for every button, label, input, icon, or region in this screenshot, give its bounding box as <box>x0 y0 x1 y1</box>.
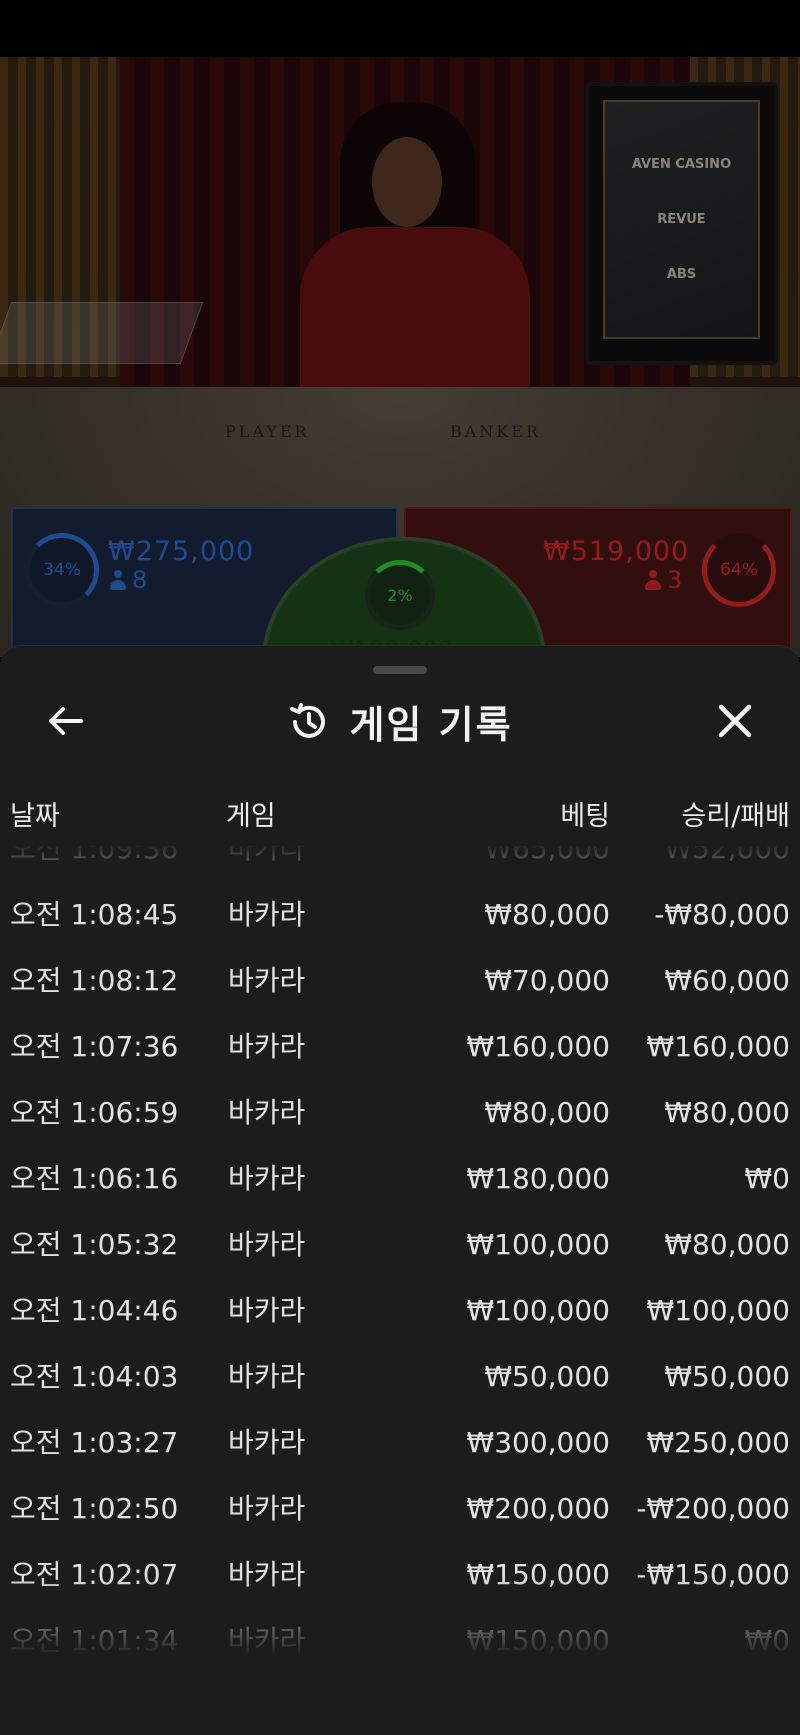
row-time: 오전 1:02:50 <box>10 1492 179 1525</box>
row-bet: ₩150,000 <box>466 1624 610 1657</box>
row-bet: ₩80,000 <box>484 898 610 931</box>
row-bet: ₩50,000 <box>484 1360 610 1393</box>
row-result: ₩100,000 <box>646 1294 790 1327</box>
row-bet: ₩100,000 <box>466 1228 610 1261</box>
row-game: 바카라 <box>228 1558 306 1591</box>
row-game: 바카라 <box>228 898 306 931</box>
column-header-game: 게임 <box>226 801 276 832</box>
row-result: ₩60,000 <box>664 964 790 997</box>
row-bet: ₩300,000 <box>466 1426 610 1459</box>
table-row[interactable]: 오전 1:04:03 바카라 ₩50,000 ₩50,000 <box>0 1344 800 1410</box>
row-time: 오전 1:04:46 <box>10 1294 179 1327</box>
row-time: 오전 1:05:32 <box>10 1228 179 1261</box>
status-bar <box>0 0 800 57</box>
column-header-date: 날짜 <box>10 801 60 832</box>
row-result: -₩150,000 <box>636 1558 790 1591</box>
close-button[interactable] <box>710 696 760 746</box>
row-game: 바카라 <box>228 1426 306 1459</box>
row-result: -₩200,000 <box>636 1492 790 1525</box>
row-game: 바카라 <box>228 1624 306 1657</box>
row-bet: ₩150,000 <box>466 1558 610 1591</box>
row-time: 오전 1:06:59 <box>10 1096 179 1129</box>
row-time: 오전 1:09:36 <box>10 846 179 865</box>
row-game: 바카라 <box>228 1162 306 1195</box>
row-game: 바카라 <box>228 846 306 865</box>
column-header-result: 승리/패배 <box>681 801 790 832</box>
row-bet: ₩160,000 <box>466 1030 610 1063</box>
sheet-header: 게임 기록 <box>0 694 800 749</box>
table-row[interactable]: 오전 1:05:32 바카라 ₩100,000 ₩80,000 <box>0 1212 800 1278</box>
table-row[interactable]: 오전 1:07:36 바카라 ₩160,000 ₩160,000 <box>0 1014 800 1080</box>
close-icon <box>718 704 752 738</box>
row-bet: ₩200,000 <box>466 1492 610 1525</box>
row-time: 오전 1:08:12 <box>10 964 179 997</box>
row-result: ₩250,000 <box>646 1426 790 1459</box>
row-time: 오전 1:04:03 <box>10 1360 179 1393</box>
sheet-title: 게임 기록 <box>349 703 513 747</box>
history-icon <box>290 702 326 738</box>
history-table-header: 날짜 게임 베팅 승리/패배 <box>0 794 800 844</box>
history-table-body[interactable]: 오전 1:09:36 바카라 ₩65,000 ₩52,000 오전 1:08:4… <box>0 846 800 1666</box>
row-game: 바카라 <box>228 1030 306 1063</box>
row-result: ₩0 <box>744 1624 791 1657</box>
table-row[interactable]: 오전 1:01:34 바카라 ₩150,000 ₩0 <box>0 1608 800 1666</box>
column-header-bet: 베팅 <box>560 801 610 832</box>
row-game: 바카라 <box>228 1492 306 1525</box>
row-time: 오전 1:07:36 <box>10 1030 179 1063</box>
row-bet: ₩80,000 <box>484 1096 610 1129</box>
table-row[interactable]: 오전 1:06:16 바카라 ₩180,000 ₩0 <box>0 1146 800 1212</box>
row-time: 오전 1:03:27 <box>10 1426 179 1459</box>
row-bet: ₩180,000 <box>466 1162 610 1195</box>
table-row[interactable]: 오전 1:02:50 바카라 ₩200,000 -₩200,000 <box>0 1476 800 1542</box>
overlay-dim <box>0 57 800 657</box>
row-result: ₩160,000 <box>646 1030 790 1063</box>
row-result: ₩80,000 <box>664 1228 790 1261</box>
row-bet: ₩65,000 <box>484 846 610 865</box>
row-result: -₩80,000 <box>654 898 790 931</box>
row-game: 바카라 <box>228 1294 306 1327</box>
row-time: 오전 1:01:34 <box>10 1624 179 1657</box>
row-game: 바카라 <box>228 1096 306 1129</box>
table-row[interactable]: 오전 1:06:59 바카라 ₩80,000 ₩80,000 <box>0 1080 800 1146</box>
row-game: 바카라 <box>228 1228 306 1261</box>
row-bet: ₩70,000 <box>484 964 610 997</box>
row-result: ₩0 <box>744 1162 791 1195</box>
table-row[interactable]: 오전 1:04:46 바카라 ₩100,000 ₩100,000 <box>0 1278 800 1344</box>
row-time: 오전 1:02:07 <box>10 1558 179 1591</box>
row-bet: ₩100,000 <box>466 1294 610 1327</box>
row-result: ₩50,000 <box>664 1360 790 1393</box>
row-time: 오전 1:06:16 <box>10 1162 179 1195</box>
game-history-sheet: 게임 기록 날짜 게임 베팅 승리/패배 오전 1:09:36 바카라 ₩65,… <box>0 645 800 1735</box>
table-row[interactable]: 오전 1:02:07 바카라 ₩150,000 -₩150,000 <box>0 1542 800 1608</box>
row-result: ₩80,000 <box>664 1096 790 1129</box>
sheet-drag-handle[interactable] <box>373 666 427 674</box>
row-game: 바카라 <box>228 1360 306 1393</box>
table-row[interactable]: 오전 1:08:45 바카라 ₩80,000 -₩80,000 <box>0 882 800 948</box>
row-game: 바카라 <box>228 964 306 997</box>
table-row[interactable]: 오전 1:08:12 바카라 ₩70,000 ₩60,000 <box>0 948 800 1014</box>
table-row[interactable]: 오전 1:03:27 바카라 ₩300,000 ₩250,000 <box>0 1410 800 1476</box>
row-time: 오전 1:08:45 <box>10 898 179 931</box>
row-result: ₩52,000 <box>664 846 790 865</box>
table-row[interactable]: 오전 1:09:36 바카라 ₩65,000 ₩52,000 <box>0 846 800 882</box>
